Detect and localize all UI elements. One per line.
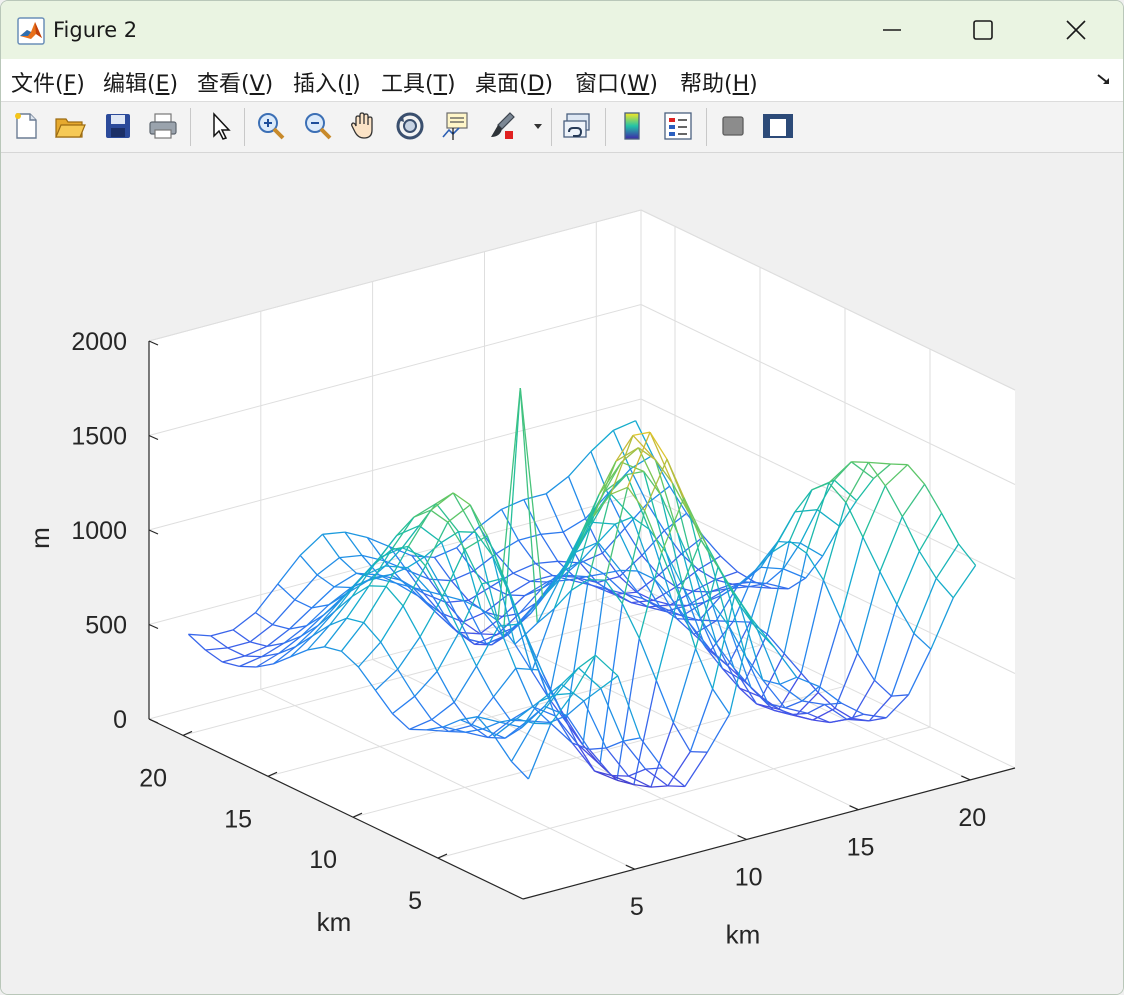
mesh-segment xyxy=(369,585,387,588)
brush-button[interactable] xyxy=(485,109,519,143)
save-button[interactable] xyxy=(101,109,135,143)
menu-view[interactable]: 查看(V) xyxy=(197,66,273,98)
data-cursor-button[interactable] xyxy=(438,109,472,143)
z-tick-label: 0 xyxy=(113,706,127,734)
figure-canvas[interactable]: 5 10 15 20 5 10 15 20 0 500 1000 1500 2000 km km m xyxy=(1,153,1123,994)
menu-bar: 文件(F) 编辑(E) 查看(V) 插入(I) 工具(T) 桌面(D) 窗口(W… xyxy=(1,59,1123,102)
pan-hand-icon xyxy=(351,112,373,139)
legend-button[interactable] xyxy=(661,109,695,143)
z-tick-label: 500 xyxy=(85,612,127,640)
close-button[interactable] xyxy=(1031,1,1121,59)
pan-button[interactable] xyxy=(347,109,381,143)
mesh-segment xyxy=(334,586,352,589)
colorbar-icon xyxy=(624,112,640,140)
save-icon xyxy=(106,114,130,138)
title-bar: Figure 2 xyxy=(1,1,1123,59)
new-figure-icon xyxy=(15,113,37,139)
x-tick-label: 5 xyxy=(630,893,644,921)
print-button[interactable] xyxy=(146,109,180,143)
close-icon xyxy=(1066,20,1086,40)
menu-edit[interactable]: 编辑(E) xyxy=(103,66,178,98)
z-tick-label: 2000 xyxy=(71,328,127,356)
link-plot-button[interactable] xyxy=(560,109,594,143)
menu-file[interactable]: 文件(F) xyxy=(11,66,85,98)
mesh-segment xyxy=(690,750,708,753)
mesh-segment xyxy=(530,580,548,583)
menu-insert[interactable]: 插入(I) xyxy=(293,66,361,98)
rotate-3d-icon xyxy=(396,112,424,140)
menu-tools[interactable]: 工具(T) xyxy=(381,66,456,98)
y-tick-label: 10 xyxy=(309,846,337,874)
z-tick-label: 1000 xyxy=(71,517,127,545)
surface-plot[interactable]: 5 10 15 20 5 10 15 20 0 500 1000 1500 2000 km km m xyxy=(1,153,1123,994)
toolbar-separator xyxy=(605,108,606,146)
colorbar-button[interactable] xyxy=(615,109,649,143)
y-tick-label: 15 xyxy=(224,805,252,833)
open-file-icon xyxy=(55,118,86,138)
z-axis-label: m xyxy=(25,527,55,549)
x-axis-label: km xyxy=(726,920,761,950)
window-title: Figure 2 xyxy=(53,18,138,42)
edit-plot-arrow-icon xyxy=(213,112,231,140)
print-icon xyxy=(149,113,177,139)
open-file-button[interactable] xyxy=(53,109,87,143)
toolbar-separator xyxy=(706,108,707,146)
show-plot-tools-button[interactable] xyxy=(761,109,795,143)
x-tick-label: 15 xyxy=(847,834,875,862)
menu-desktop[interactable]: 桌面(D) xyxy=(475,66,553,98)
mesh-segment xyxy=(533,722,551,725)
toolbar-separator xyxy=(551,108,552,146)
menu-help[interactable]: 帮助(H) xyxy=(680,66,758,98)
hide-plot-tools-button[interactable] xyxy=(716,109,750,143)
chevron-down-icon xyxy=(534,124,542,129)
legend-icon xyxy=(664,112,692,140)
minimize-button[interactable] xyxy=(847,1,937,59)
mesh-segment xyxy=(851,461,869,464)
mesh-segment xyxy=(670,604,688,607)
new-figure-button[interactable] xyxy=(9,109,43,143)
y-axis-label: km xyxy=(317,907,352,937)
mesh-segment xyxy=(588,578,606,581)
link-plot-icon xyxy=(563,113,590,138)
brush-dropdown-button[interactable] xyxy=(529,109,547,143)
toolbar-separator xyxy=(244,108,245,146)
mesh-segment xyxy=(239,665,257,668)
minimize-icon xyxy=(883,29,901,31)
hide-plot-tools-icon xyxy=(722,116,744,136)
maximize-icon xyxy=(973,20,993,40)
mesh-segment xyxy=(409,728,427,731)
figure-window: Figure 2 文件(F) 编辑(E) 查看(V) 插入(I) 工具(T) 桌… xyxy=(0,0,1124,995)
show-plot-tools-icon xyxy=(763,114,793,138)
mesh-segment xyxy=(890,463,908,466)
x-tick-label: 20 xyxy=(958,804,986,832)
mesh-segment xyxy=(620,569,638,572)
zoom-in-button[interactable] xyxy=(254,109,288,143)
dock-figure-icon[interactable] xyxy=(1095,71,1113,89)
x-tick-label: 10 xyxy=(735,864,763,892)
mesh-segment xyxy=(667,785,685,788)
data-cursor-icon xyxy=(442,112,468,140)
mesh-segment xyxy=(458,531,476,533)
zoom-out-button[interactable] xyxy=(301,109,335,143)
toolbar-separator xyxy=(190,108,191,146)
zoom-in-icon xyxy=(258,113,285,140)
rotate-3d-button[interactable] xyxy=(393,109,427,143)
matlab-logo-icon xyxy=(17,17,45,45)
mesh-segment xyxy=(611,774,629,777)
figure-toolbar xyxy=(1,102,1123,153)
brush-icon xyxy=(491,112,515,139)
maximize-button[interactable] xyxy=(938,1,1028,59)
y-tick-label: 20 xyxy=(139,764,167,792)
y-tick-label: 5 xyxy=(408,887,422,915)
mesh-segment xyxy=(244,655,262,658)
z-tick-label: 1500 xyxy=(71,423,127,451)
menu-window[interactable]: 窗口(W) xyxy=(575,66,658,98)
zoom-out-icon xyxy=(305,113,332,140)
edit-plot-button[interactable] xyxy=(204,109,238,143)
